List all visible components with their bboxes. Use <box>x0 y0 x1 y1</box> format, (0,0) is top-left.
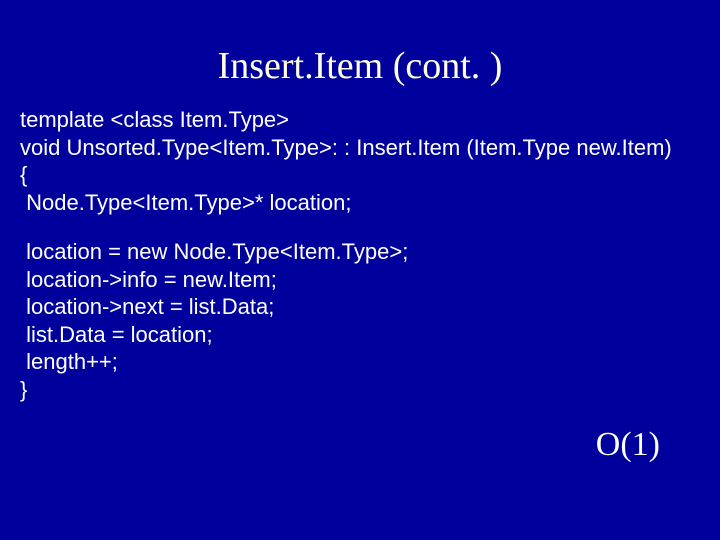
slide: Insert.Item (cont. ) template <class Ite… <box>0 44 720 540</box>
code-block-1: template <class Item.Type> void Unsorted… <box>20 106 700 216</box>
complexity-label: O(1) <box>596 426 660 464</box>
code-block-2: location = new Node.Type<Item.Type>; loc… <box>20 238 700 403</box>
slide-title: Insert.Item (cont. ) <box>0 44 720 88</box>
